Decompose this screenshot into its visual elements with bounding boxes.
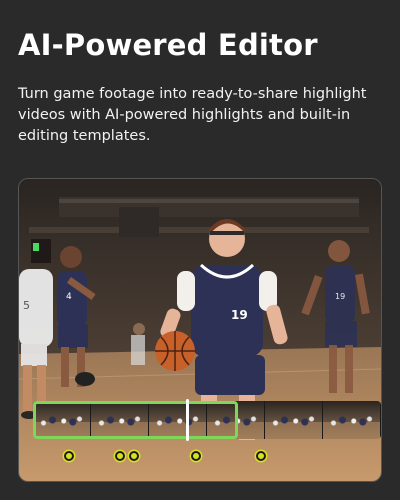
selected-highlight-range[interactable] xyxy=(33,401,238,439)
basketball xyxy=(155,331,195,371)
video-timeline[interactable] xyxy=(33,399,381,441)
highlight-marker[interactable] xyxy=(115,451,125,461)
highlight-marker[interactable] xyxy=(256,451,266,461)
highlight-marker[interactable] xyxy=(64,451,74,461)
svg-text:19: 19 xyxy=(231,308,248,322)
clip-thumbnail[interactable] xyxy=(265,401,323,439)
highlight-marker[interactable] xyxy=(129,451,139,461)
clip-thumbnail[interactable] xyxy=(323,401,381,439)
ai-editor-promo: AI-Powered Editor Turn game footage into… xyxy=(0,0,400,500)
svg-text:19: 19 xyxy=(335,292,345,301)
page-title: AI-Powered Editor xyxy=(18,28,318,62)
playhead-handle[interactable] xyxy=(186,399,189,441)
svg-text:5: 5 xyxy=(23,299,30,312)
highlight-marker[interactable] xyxy=(191,451,201,461)
svg-text:4: 4 xyxy=(66,292,72,302)
video-preview[interactable]: 5 4 19 19 xyxy=(18,178,382,482)
page-description: Turn game footage into ready-to-share hi… xyxy=(18,86,367,145)
